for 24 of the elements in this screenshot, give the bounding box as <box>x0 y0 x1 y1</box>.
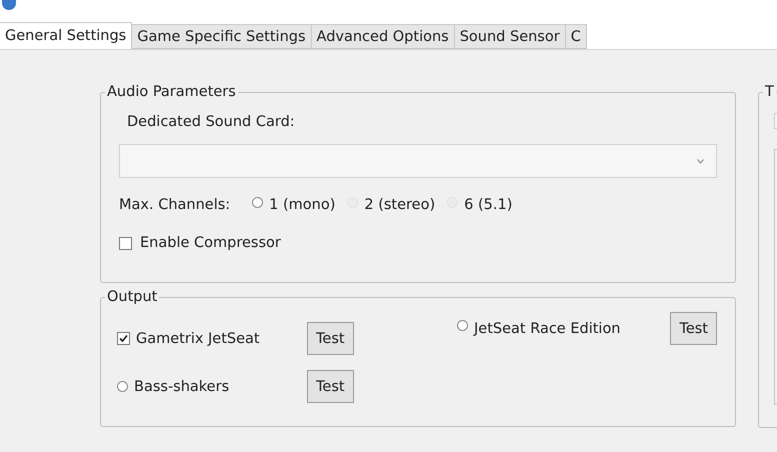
option-label: Bass-shakers <box>134 378 230 396</box>
radio-button[interactable] <box>117 381 128 392</box>
option-label: 2 (stereo) <box>364 196 436 214</box>
checkbox[interactable] <box>119 236 132 250</box>
tab[interactable]: Game Specific Settings <box>131 24 312 49</box>
test-button[interactable]: Test <box>307 322 354 355</box>
radio-button[interactable] <box>252 196 264 208</box>
option-label: 1 (mono) <box>269 196 336 214</box>
field-label: Max. Channels: <box>119 196 230 214</box>
tab[interactable]: Advanced Options <box>310 24 455 49</box>
tab[interactable]: Sound Sensor <box>454 24 566 49</box>
checkbox[interactable] <box>117 332 130 345</box>
tab[interactable]: C <box>564 24 587 49</box>
field-label: Dedicated Sound Card: <box>126 113 296 131</box>
radio-button[interactable] <box>457 320 468 331</box>
app-icon <box>2 0 16 10</box>
group-title: Output <box>105 288 160 306</box>
option-label: 6 (5.1) <box>464 196 512 214</box>
option-label: JetSeat Race Edition <box>474 320 621 338</box>
option-label: Gametrix JetSeat <box>136 330 260 348</box>
test-button[interactable]: Test <box>670 312 717 345</box>
option-label: Enable Compressor <box>140 234 281 252</box>
test-button[interactable]: Test <box>307 370 354 403</box>
chevron-down-icon <box>697 158 704 164</box>
